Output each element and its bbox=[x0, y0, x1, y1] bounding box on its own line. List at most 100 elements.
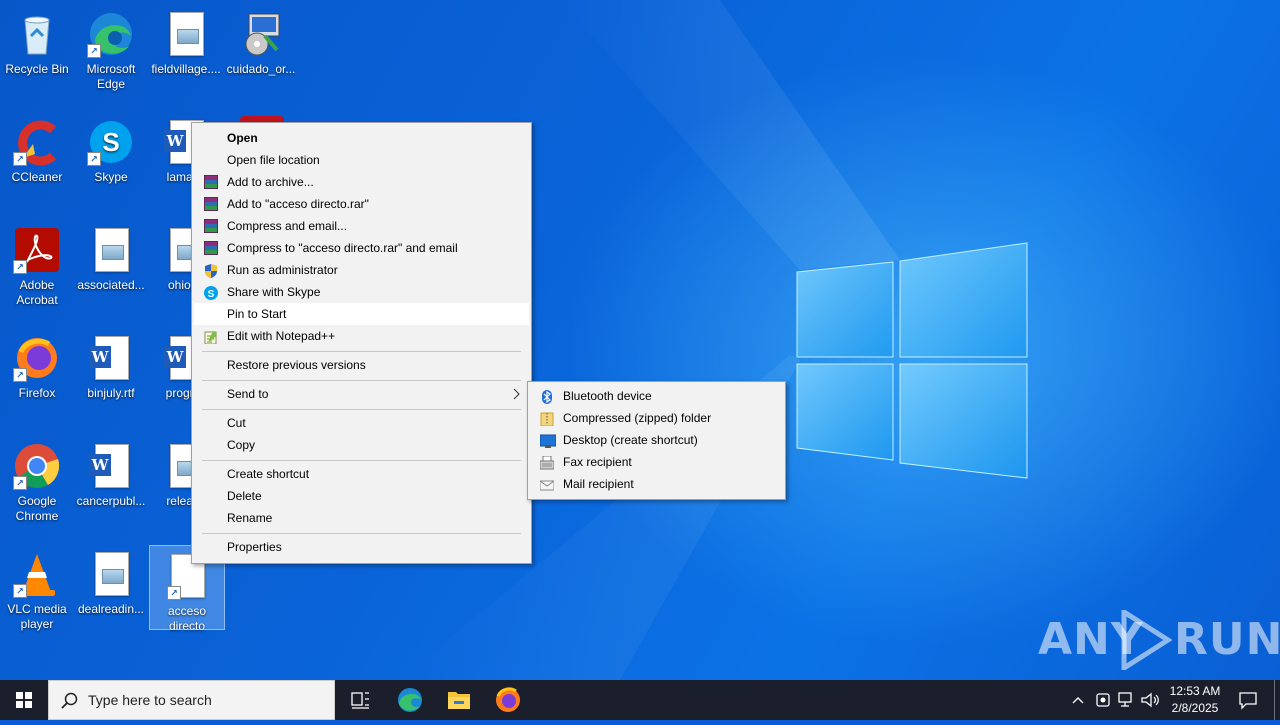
menu-item-label: Run as administrator bbox=[227, 263, 338, 277]
svg-text:S: S bbox=[208, 289, 215, 300]
desktop-icon-label: acceso directo bbox=[167, 604, 207, 633]
menu-item-label: Edit with Notepad++ bbox=[227, 329, 336, 343]
taskbar-edge-button[interactable] bbox=[386, 680, 434, 720]
shortcut-arrow-icon: ↗ bbox=[87, 152, 101, 166]
menu-item-delete[interactable]: Delete bbox=[194, 485, 529, 507]
taskbar-clock[interactable]: 12:53 AM 2/8/2025 bbox=[1158, 683, 1232, 717]
firefox-icon: ↗ bbox=[13, 334, 61, 382]
desktop-icon-google-chrome[interactable]: ↗ Google Chrome bbox=[0, 436, 74, 524]
recycle-bin-icon bbox=[13, 10, 61, 58]
menu-item-properties[interactable]: Properties bbox=[194, 536, 529, 558]
desktop-icon-associated[interactable]: associated... bbox=[74, 220, 148, 293]
desktop-icon-label: Microsoft Edge bbox=[86, 62, 136, 91]
menu-item-send-to[interactable]: Send to bbox=[194, 383, 529, 405]
desktop-icon-binjuly[interactable]: W binjuly.rtf bbox=[74, 328, 148, 401]
menu-item-edit-with-notepadpp[interactable]: Edit with Notepad++ bbox=[194, 325, 529, 347]
edge-icon: ↗ bbox=[87, 10, 135, 58]
volume-icon[interactable] bbox=[1140, 691, 1160, 709]
submenu-item-mail-recipient[interactable]: Mail recipient bbox=[530, 473, 783, 495]
menu-item-label: Rename bbox=[227, 511, 273, 525]
desktop-icon-cancerpubl[interactable]: W cancerpubl... bbox=[74, 436, 148, 509]
menu-item-pin-to-start[interactable]: Pin to Start bbox=[194, 303, 529, 325]
desktop-icon-cuidado[interactable]: cuidado_or... bbox=[224, 4, 298, 77]
menu-item-add-to-rar[interactable]: Add to "acceso directo.rar" bbox=[194, 193, 529, 215]
menu-item-label: Add to "acceso directo.rar" bbox=[227, 197, 369, 211]
menu-item-compress-to-rar-and-email[interactable]: Compress to "acceso directo.rar" and ema… bbox=[194, 237, 529, 259]
submenu-item-desktop-shortcut[interactable]: Desktop (create shortcut) bbox=[530, 429, 783, 451]
desktop-icon-microsoft-edge[interactable]: ↗ Microsoft Edge bbox=[74, 4, 148, 92]
menu-item-label: Compress and email... bbox=[227, 219, 348, 233]
desktop-icon-recycle-bin[interactable]: Recycle Bin bbox=[0, 4, 74, 77]
desktop-icon-ccleaner[interactable]: ↗ CCleaner bbox=[0, 112, 74, 185]
vlc-cone-icon: ↗ bbox=[13, 550, 61, 598]
task-view-icon bbox=[351, 692, 369, 709]
desktop-icon-fieldvillage[interactable]: fieldvillage.... bbox=[149, 4, 223, 77]
search-placeholder: Type here to search bbox=[88, 692, 212, 708]
play-triangle-icon bbox=[1121, 610, 1172, 670]
menu-item-restore-previous-versions[interactable]: Restore previous versions bbox=[194, 354, 529, 376]
desktop-icon-adobe-acrobat[interactable]: ↗ Adobe Acrobat bbox=[0, 220, 74, 308]
menu-item-label: Restore previous versions bbox=[227, 358, 366, 372]
submenu-item-fax-recipient[interactable]: Fax recipient bbox=[530, 451, 783, 473]
menu-item-share-with-skype[interactable]: S Share with Skype bbox=[194, 281, 529, 303]
taskbar-file-explorer-button[interactable] bbox=[435, 680, 483, 720]
installer-icon bbox=[237, 10, 285, 58]
chevron-up-icon[interactable] bbox=[1070, 692, 1086, 708]
menu-item-label: Compress to "acceso directo.rar" and ema… bbox=[227, 241, 458, 255]
mail-icon bbox=[539, 477, 555, 491]
desktop-icon-label: fieldvillage.... bbox=[151, 62, 221, 76]
taskbar-firefox-button[interactable] bbox=[484, 680, 532, 720]
desktop-icon-label: associated... bbox=[77, 278, 145, 292]
menu-item-rename[interactable]: Rename bbox=[194, 507, 529, 529]
network-icon[interactable] bbox=[1116, 691, 1136, 709]
desktop-icon-label: Adobe Acrobat bbox=[16, 278, 58, 307]
image-file-icon bbox=[162, 10, 210, 58]
menu-item-compress-and-email[interactable]: Compress and email... bbox=[194, 215, 529, 237]
menu-item-label: Copy bbox=[227, 438, 256, 452]
desktop-icon-vlc[interactable]: ↗ VLC media player bbox=[0, 544, 74, 632]
desktop-icon-dealreadin[interactable]: dealreadin... bbox=[74, 544, 148, 617]
menu-item-open-file-location[interactable]: Open file location bbox=[194, 149, 529, 171]
shortcut-arrow-icon: ↗ bbox=[13, 368, 27, 382]
show-desktop-button[interactable] bbox=[1274, 680, 1275, 720]
desktop-icon bbox=[539, 433, 557, 448]
menu-item-label: Cut bbox=[227, 416, 246, 430]
winrar-icon bbox=[204, 175, 218, 189]
chrome-icon: ↗ bbox=[13, 442, 61, 490]
submenu-item-bluetooth-device[interactable]: Bluetooth device bbox=[530, 385, 783, 407]
skype-icon: S bbox=[204, 285, 218, 300]
word-document-icon: W bbox=[87, 334, 135, 382]
shortcut-arrow-icon: ↗ bbox=[13, 152, 27, 166]
menu-item-add-to-archive[interactable]: Add to archive... bbox=[194, 171, 529, 193]
menu-item-create-shortcut[interactable]: Create shortcut bbox=[194, 463, 529, 485]
menu-item-label: Properties bbox=[227, 540, 282, 554]
desktop-icon-label: cuidado_or... bbox=[226, 62, 296, 76]
desktop[interactable]: Recycle Bin ↗ CCleaner ↗ Adobe Acrobat ↗… bbox=[0, 0, 1280, 680]
svg-text:S: S bbox=[102, 127, 119, 157]
menu-item-label: Compressed (zipped) folder bbox=[563, 411, 712, 425]
notification-center-icon[interactable] bbox=[1238, 690, 1258, 710]
submenu-item-compressed-folder[interactable]: Compressed (zipped) folder bbox=[530, 407, 783, 429]
clock-time: 12:53 AM bbox=[1169, 684, 1221, 698]
menu-item-open[interactable]: Open bbox=[194, 127, 529, 149]
start-button[interactable] bbox=[0, 680, 48, 720]
desktop-icon-skype[interactable]: S ↗ Skype bbox=[74, 112, 148, 185]
menu-item-label: Fax recipient bbox=[563, 455, 632, 469]
desktop-icon-label: dealreadin... bbox=[77, 602, 145, 616]
send-to-submenu: Bluetooth device Compressed (zipped) fol… bbox=[527, 381, 786, 500]
winrar-icon bbox=[204, 219, 218, 233]
desktop-icon-label: Skype bbox=[94, 170, 128, 184]
menu-separator bbox=[202, 351, 521, 352]
desktop-icon-label: Firefox bbox=[18, 386, 56, 400]
menu-item-copy[interactable]: Copy bbox=[194, 434, 529, 456]
desktop-icon-label: Google Chrome bbox=[15, 494, 59, 523]
menu-item-cut[interactable]: Cut bbox=[194, 412, 529, 434]
menu-item-run-as-administrator[interactable]: Run as administrator bbox=[194, 259, 529, 281]
windows-start-icon bbox=[16, 692, 32, 708]
desktop-icon-firefox[interactable]: ↗ Firefox bbox=[0, 328, 74, 401]
taskbar-search-box[interactable]: Type here to search bbox=[48, 680, 335, 720]
file-explorer-icon bbox=[448, 692, 470, 709]
task-view-button[interactable] bbox=[336, 680, 384, 720]
tray-app-icon[interactable] bbox=[1094, 691, 1112, 709]
menu-separator bbox=[202, 460, 521, 461]
